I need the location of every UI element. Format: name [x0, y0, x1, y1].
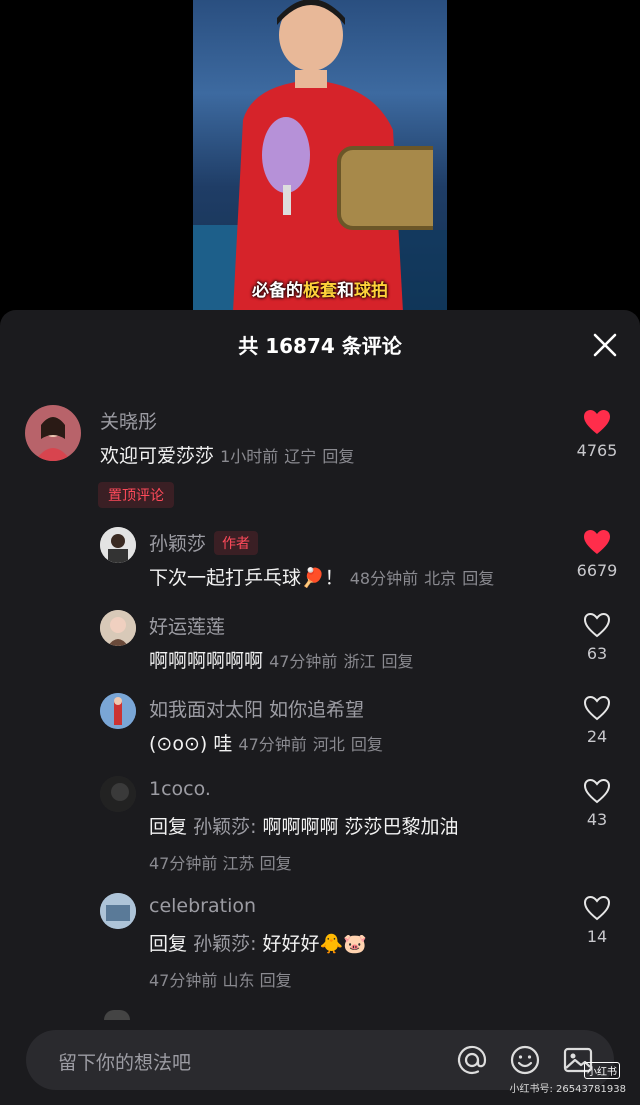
video-subtitle: 必备的板套和球拍	[252, 281, 388, 301]
reply-to-user[interactable]: 孙颖莎:	[193, 816, 256, 838]
comment-meta: 47分钟前 山东 回复	[149, 967, 292, 991]
comment-time: 47分钟前	[149, 971, 218, 990]
comment-text: 回复 孙颖莎: 好好好🐥🐷	[149, 933, 367, 955]
emoji-icon[interactable]	[509, 1044, 541, 1076]
comment-input-placeholder[interactable]: 留下你的想法吧	[58, 1048, 191, 1075]
close-icon[interactable]	[592, 332, 618, 358]
heart-outline-icon	[583, 778, 611, 804]
reply-link[interactable]: 回复	[260, 971, 292, 990]
comment-meta: 47分钟前 江苏 回复	[149, 850, 292, 874]
comment-time: 47分钟前	[269, 652, 338, 671]
avatar[interactable]	[25, 405, 81, 461]
like-count: 43	[586, 810, 608, 829]
avatar[interactable]	[100, 893, 136, 929]
comment-author[interactable]: celebration	[149, 895, 256, 917]
heart-filled-icon	[584, 530, 610, 554]
comment-time: 47分钟前	[238, 735, 307, 754]
like-button[interactable]: 6679	[572, 529, 622, 580]
comment-location: 辽宁	[284, 447, 317, 466]
comment-location: 浙江	[343, 652, 376, 671]
reply-link[interactable]: 回复	[462, 569, 494, 588]
avatar-image	[100, 693, 136, 729]
video-person-illustration	[233, 0, 433, 312]
reply-to-user[interactable]: 孙颖莎:	[193, 933, 256, 955]
comment-author[interactable]: 如我面对太阳 如你追希望	[149, 695, 364, 722]
reply-link[interactable]: 回复	[351, 735, 383, 754]
like-button[interactable]: 43	[572, 778, 622, 829]
like-button[interactable]: 14	[572, 895, 622, 946]
comment-count-title: 共 16874 条评论	[238, 334, 402, 358]
like-count: 63	[586, 644, 608, 663]
comment-author[interactable]: 好运莲莲	[149, 612, 225, 639]
avatar-image	[100, 893, 136, 929]
at-icon[interactable]	[456, 1044, 488, 1076]
reply-link[interactable]: 回复	[260, 854, 292, 873]
heart-outline-icon	[583, 695, 611, 721]
avatar[interactable]	[100, 527, 136, 563]
like-count: 14	[586, 927, 608, 946]
pinned-badge: 置顶评论	[98, 482, 174, 508]
avatar[interactable]	[100, 776, 136, 812]
reply-link[interactable]: 回复	[322, 447, 354, 466]
like-button[interactable]: 63	[572, 612, 622, 663]
heart-outline-icon	[583, 612, 611, 638]
comment-time: 1小时前	[220, 447, 279, 466]
comment-text: 下次一起打乒乓球🏓！ 48分钟前 北京 回复	[149, 567, 495, 589]
avatar[interactable]	[100, 610, 136, 646]
comment-location: 江苏	[222, 854, 255, 873]
comment-author[interactable]: 关晓彤	[100, 407, 157, 434]
comment-text: (⊙o⊙) 哇 47分钟前 河北 回复	[149, 733, 383, 755]
avatar-image	[100, 527, 136, 563]
avatar[interactable]	[100, 693, 136, 729]
avatar-image	[100, 776, 136, 812]
like-count: 4765	[576, 441, 618, 460]
comment-text: 欢迎可爱莎莎 1小时前 辽宁 回复	[100, 445, 355, 467]
watermark-id: 小红书号: 26543781938	[509, 1084, 626, 1095]
next-comment-cutoff	[104, 1010, 130, 1020]
comment-author[interactable]: 孙颖莎 作者	[149, 529, 259, 556]
heart-outline-icon	[583, 895, 611, 921]
avatar-image	[35, 417, 71, 461]
comment-text: 回复 孙颖莎: 啊啊啊啊 莎莎巴黎加油	[149, 816, 459, 838]
comment-location: 河北	[312, 735, 345, 754]
video-player[interactable]: 必备的板套和球拍	[193, 0, 447, 312]
like-button[interactable]: 4765	[572, 409, 622, 460]
comment-text: 啊啊啊啊啊啊 47分钟前 浙江 回复	[149, 650, 414, 672]
reply-link[interactable]: 回复	[382, 652, 414, 671]
comment-time: 47分钟前	[149, 854, 218, 873]
like-button[interactable]: 24	[572, 695, 622, 746]
heart-filled-icon	[584, 410, 610, 434]
comment-author[interactable]: 1coco.	[149, 778, 211, 800]
comment-location: 北京	[424, 569, 457, 588]
avatar-image	[100, 610, 136, 646]
like-count: 24	[586, 727, 608, 746]
comment-time: 48分钟前	[349, 569, 419, 588]
like-count: 6679	[576, 561, 618, 580]
xiaohongshu-logo: 小红书	[584, 1062, 620, 1079]
comment-sheet: 共 16874 条评论 关晓彤 欢迎可爱莎莎 1小时前 辽宁 回复 置顶评论 4…	[0, 310, 640, 1105]
author-badge: 作者	[214, 531, 259, 555]
comment-location: 山东	[222, 971, 255, 990]
